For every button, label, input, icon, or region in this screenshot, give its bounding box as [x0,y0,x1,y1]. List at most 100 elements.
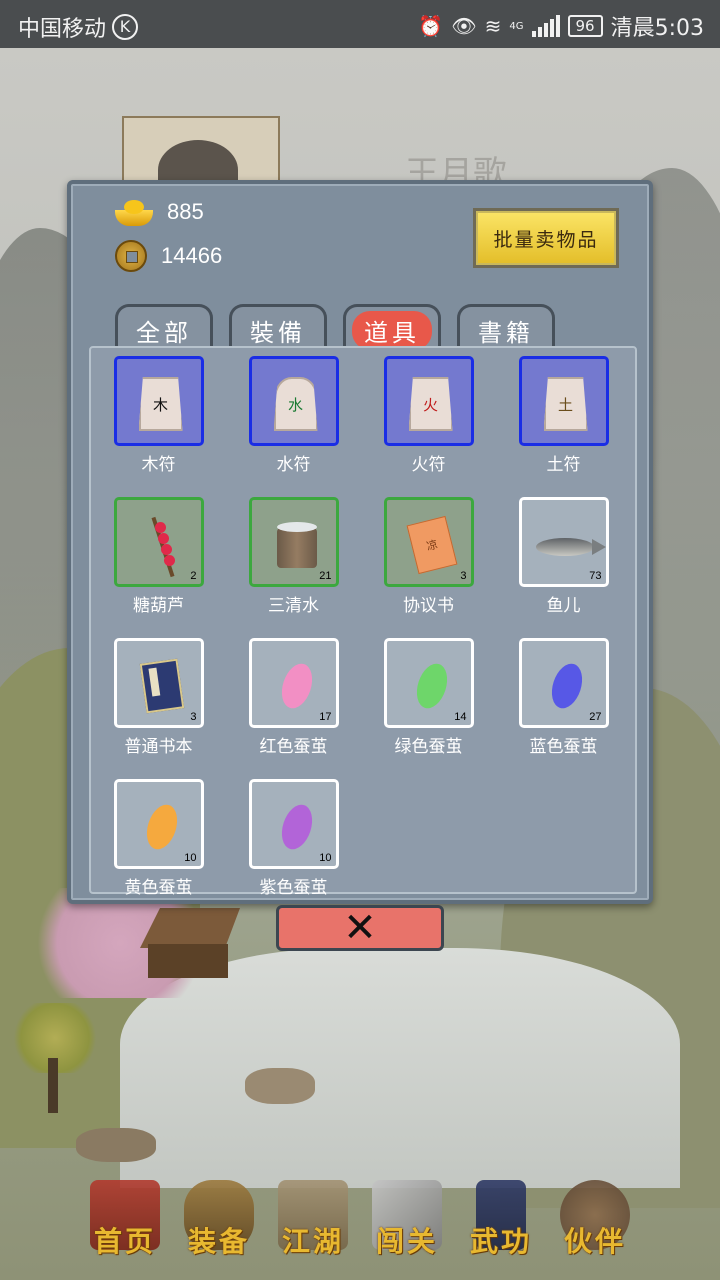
nav-jianghu[interactable]: 江湖 [266,1180,360,1280]
item-count: 14 [454,711,467,723]
nav-label: 武功 [469,1225,532,1258]
item-slot-sanqing-water[interactable]: 21 [248,497,339,587]
item-count: 17 [319,711,332,723]
item-slot-wood-talisman[interactable]: 木 [113,356,204,446]
item-name: 协议书 [403,596,454,616]
clock: 清晨5:03 [610,16,704,41]
item-name: 水符 [276,455,311,475]
item-cell: 木 木符 [91,356,226,475]
nav-label: 装备 [187,1225,250,1258]
item-cell: 3 普通书本 [91,638,226,757]
item-count: 3 [190,711,197,723]
cocoon-icon [141,800,182,854]
nav-companions[interactable]: 伙伴 [548,1180,642,1280]
item-name: 糖葫芦 [133,596,184,616]
item-name: 紫色蚕茧 [259,878,328,898]
book-icon [139,658,184,714]
tree [10,1003,100,1113]
nav-equipment[interactable]: 装备 [172,1180,266,1280]
tab-label: 書籍 [478,319,534,347]
document-icon: 凉 [406,515,457,575]
cocoon-icon [546,659,587,713]
item-name: 鱼儿 [546,596,581,616]
tab-label: 道具 [352,311,432,350]
item-cell: 21 三清水 [226,497,361,616]
item-count: 10 [319,852,332,864]
item-slot-fish[interactable]: 73 [518,497,609,587]
item-name: 普通书本 [124,737,193,757]
gold-display: 885 [115,198,204,226]
item-slot-earth-talisman[interactable]: 土 [518,356,609,446]
item-grid-panel: 木 木符 水 水符 火 火符 土 土符 2 糖葫芦 21 三清水 凉 3 协议书… [89,346,637,898]
item-name: 绿色蚕茧 [394,737,463,757]
rock [76,1128,156,1162]
item-slot-candied-haws[interactable]: 2 [113,497,204,587]
item-cell: 火 火符 [361,356,496,475]
copper-coin-icon [115,240,147,272]
gold-ingot-icon [115,198,153,226]
nav-home[interactable]: 首页 [78,1180,172,1280]
nav-label: 首页 [93,1225,156,1258]
carrier-k-icon: K [112,14,139,40]
cocoon-icon [276,659,317,713]
bulk-sell-button[interactable]: 批量卖物品 [473,208,619,268]
item-cell: 14 绿色蚕茧 [361,638,496,757]
talisman-icon: 水 [273,377,318,431]
gold-amount: 885 [167,199,204,224]
item-count: 10 [184,852,197,864]
battery-icon: 96 [567,15,603,37]
item-slot-red-cocoon[interactable]: 17 [248,638,339,728]
item-cell: 2 糖葫芦 [91,497,226,616]
item-cell: 土 土符 [496,356,631,475]
wifi-icon: ≋ [484,14,502,38]
item-count: 73 [589,570,602,582]
fish-icon [535,538,606,556]
item-count: 27 [589,711,602,723]
item-slot-yellow-cocoon[interactable]: 10 [113,779,204,869]
coin-display: 14466 [115,240,222,272]
item-slot-fire-talisman[interactable]: 火 [383,356,474,446]
tab-label: 裝備 [250,319,306,347]
talisman-icon: 木 [138,377,183,431]
item-grid: 木 木符 水 水符 火 火符 土 土符 2 糖葫芦 21 三清水 凉 3 协议书… [91,356,639,898]
item-slot-ordinary-book[interactable]: 3 [113,638,204,728]
eye-icon: 👁 [451,14,477,38]
item-cell: 27 蓝色蚕茧 [496,638,631,757]
item-name: 黄色蚕茧 [124,878,193,898]
hut [140,908,240,978]
item-slot-green-cocoon[interactable]: 14 [383,638,474,728]
carrier-name: 中国移动 [18,17,107,42]
nav-stages[interactable]: 闯关 [360,1180,454,1280]
item-name: 土符 [546,455,581,475]
item-slot-purple-cocoon[interactable]: 10 [248,779,339,869]
item-slot-water-talisman[interactable]: 水 [248,356,339,446]
talisman-icon: 土 [543,377,588,431]
nav-label: 江湖 [281,1225,344,1258]
item-cell: 73 鱼儿 [496,497,631,616]
close-icon: ✕ [343,905,377,951]
tab-label: 全部 [136,319,192,347]
cocoon-icon [276,800,317,854]
item-cell: 10 紫色蚕茧 [226,779,361,898]
item-name: 三清水 [268,596,319,616]
item-name: 红色蚕茧 [259,737,328,757]
item-count: 2 [190,570,197,582]
network-type: 4G [509,20,524,32]
item-slot-blue-cocoon[interactable]: 27 [518,638,609,728]
close-button[interactable]: ✕ [276,905,444,951]
item-slot-agreement[interactable]: 凉 3 [383,497,474,587]
item-cell: 10 黄色蚕茧 [91,779,226,898]
item-name: 火符 [411,455,446,475]
nav-martial-arts[interactable]: 武功 [454,1180,548,1280]
signal-icon [531,15,560,37]
rock [245,1068,315,1104]
coin-amount: 14466 [161,243,223,268]
item-count: 21 [319,570,332,582]
alarm-icon: ⏰ [418,14,444,38]
item-name: 木符 [141,455,176,475]
bucket-icon [276,522,317,568]
nav-label: 闯关 [375,1225,438,1258]
talisman-icon: 火 [408,377,453,431]
item-count: 3 [460,570,467,582]
nav-label: 伙伴 [563,1225,626,1258]
